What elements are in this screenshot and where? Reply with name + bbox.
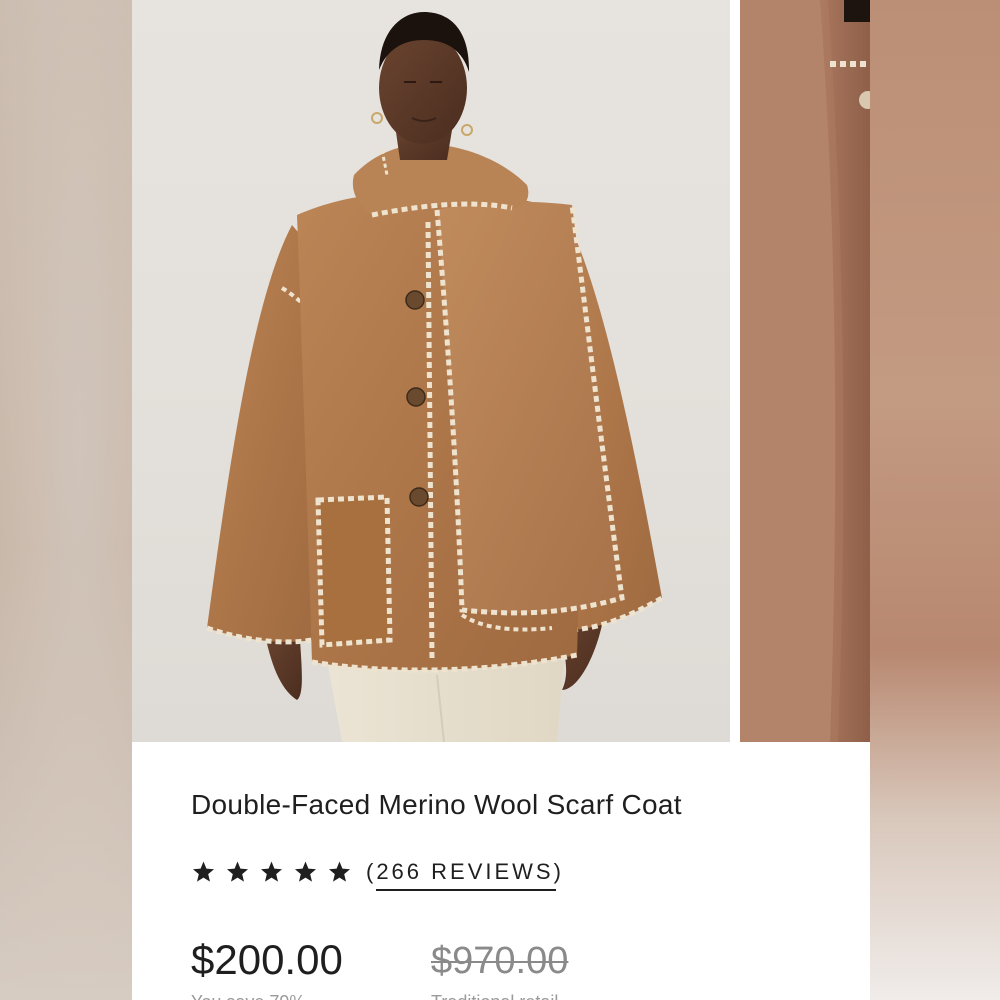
star-icon bbox=[295, 861, 316, 882]
blurred-background-left bbox=[0, 0, 132, 1000]
sale-price: $200.00 bbox=[191, 936, 343, 983]
star-icon bbox=[193, 861, 214, 882]
star-icon bbox=[227, 861, 248, 882]
reviews-link[interactable]: (266 REVIEWS) bbox=[366, 859, 564, 891]
product-rating[interactable]: (266 REVIEWS) bbox=[191, 856, 564, 891]
product-title: Double-Faced Merino Wool Scarf Coat bbox=[191, 789, 682, 820]
reviews-underline bbox=[376, 889, 556, 891]
original-price-note: Traditional retail bbox=[431, 992, 558, 1000]
savings-note: You save 79% bbox=[191, 992, 305, 1000]
product-page: Double-Faced Merino Wool Scarf Coat (266… bbox=[132, 0, 870, 1000]
reviews-label: (266 REVIEWS) bbox=[366, 859, 564, 884]
main-product-image[interactable] bbox=[132, 0, 730, 742]
product-info: Double-Faced Merino Wool Scarf Coat (266… bbox=[132, 742, 870, 1000]
star-icon bbox=[329, 861, 350, 882]
star-rating bbox=[191, 860, 352, 884]
image-divider bbox=[730, 0, 740, 742]
star-icon bbox=[261, 861, 282, 882]
original-price: $970.00 bbox=[431, 940, 569, 982]
blurred-background-right bbox=[870, 0, 1000, 1000]
detail-product-image[interactable] bbox=[740, 0, 870, 742]
